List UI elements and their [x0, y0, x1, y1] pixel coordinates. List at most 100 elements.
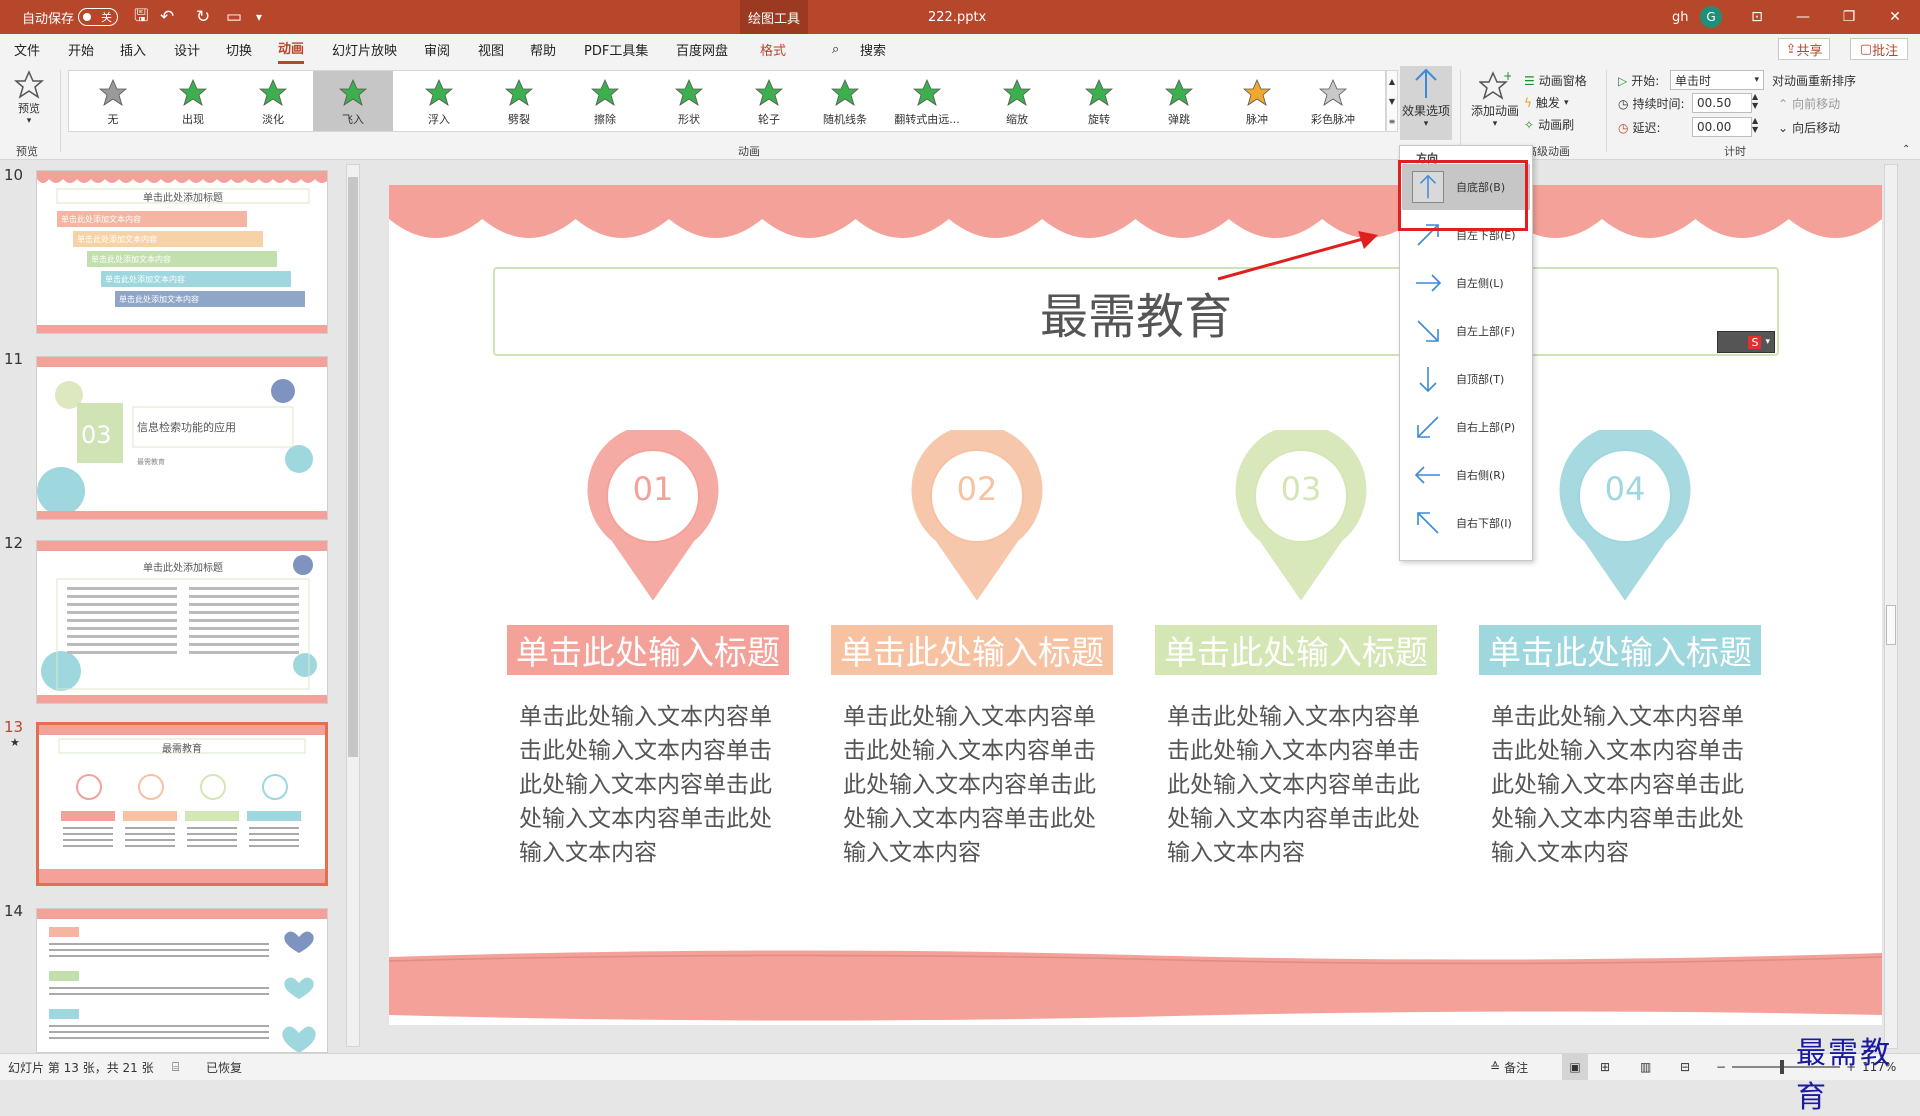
delay-stepper[interactable]: ▲ ▼ [1752, 116, 1758, 134]
restore-icon[interactable]: ❐ [1826, 0, 1872, 34]
trigger-button[interactable]: ϟ 触发 ▾ [1524, 94, 1568, 111]
delay-input[interactable]: 00.00 [1692, 117, 1752, 137]
scrollbar-thumb[interactable] [348, 177, 358, 757]
animation-pane-button[interactable]: ☰ 动画窗格 [1524, 72, 1587, 89]
gallery-scroll[interactable]: ▲ ▼ ≡ [1386, 70, 1398, 132]
scrollbar-thumb[interactable] [1886, 605, 1896, 645]
duration-stepper[interactable]: ▲ ▼ [1752, 92, 1758, 110]
animation-option[interactable]: 飞入 [313, 71, 393, 131]
direction-option[interactable]: 自左侧(L) [1402, 260, 1530, 306]
search-label[interactable]: 搜索 [860, 34, 886, 64]
preview-button[interactable]: 预览 ▾ [8, 70, 50, 138]
accessibility-icon[interactable]: ⌸ [172, 1054, 179, 1080]
tab-baidu-netdisk[interactable]: 百度网盘 [676, 34, 728, 64]
slide-thumbnail-11[interactable]: 03 信息检索功能的应用 最需教育 [36, 356, 328, 520]
autosave-toggle[interactable]: 关 [78, 8, 118, 26]
animation-option[interactable]: 缩放 [977, 71, 1057, 131]
effect-options-button[interactable]: 效果选项 ▾ [1400, 66, 1452, 140]
notes-button[interactable]: ≙ 备注 [1490, 1054, 1528, 1080]
location-pin-icon[interactable]: 01 [583, 424, 723, 601]
slideshow-icon[interactable]: ⊟ [1680, 1054, 1690, 1080]
animation-option[interactable]: 无 [73, 71, 153, 131]
zoom-out-icon[interactable]: − [1716, 1054, 1726, 1080]
share-button[interactable]: ⇪ 共享 [1778, 38, 1830, 60]
slide-scrollbar[interactable] [1884, 164, 1898, 1049]
add-animation-button[interactable]: + 添加动画 ▾ [1466, 70, 1524, 129]
animation-option[interactable]: 旋转 [1059, 71, 1139, 131]
chevron-down-icon[interactable]: ▾ [1765, 337, 1770, 347]
zoom-slider-thumb[interactable] [1780, 1060, 1784, 1074]
tab-slideshow[interactable]: 幻灯片放映 [332, 34, 397, 64]
comments-button[interactable]: ▢ 批注 [1850, 38, 1908, 60]
reading-view-icon[interactable]: ▥ [1640, 1054, 1651, 1080]
slide-title[interactable]: 最需教育 [495, 269, 1777, 354]
tab-review[interactable]: 审阅 [424, 34, 450, 64]
category-title[interactable]: 单击此处输入标题 [831, 625, 1113, 675]
animation-option[interactable]: 出现 [153, 71, 233, 131]
more-icon[interactable]: ≡ [1389, 117, 1396, 126]
ime-toolbar[interactable]: S ▾ [1717, 331, 1775, 353]
animation-option[interactable]: 形状 [649, 71, 729, 131]
body-text[interactable]: 单击此处输入文本内容单击此处输入文本内容单击此处输入文本内容单击此处输入文本内容… [843, 700, 1113, 870]
chevron-down-icon[interactable]: ▼ [1389, 97, 1395, 106]
tab-pdf-tools[interactable]: PDF工具集 [584, 34, 648, 64]
direction-option[interactable]: 自顶部(T) [1402, 356, 1530, 402]
animation-option[interactable]: 随机线条 [805, 71, 885, 131]
tab-transitions[interactable]: 切换 [226, 34, 252, 64]
direction-option[interactable]: 自右上部(P) [1402, 404, 1530, 450]
slide[interactable]: 最需教育 S ▾ 01 单击此处输入标题 单击此处输入文本内容单击此处输入文本内容单… [389, 185, 1882, 1025]
tab-view[interactable]: 视图 [478, 34, 504, 64]
tab-format[interactable]: 格式 [760, 34, 786, 64]
location-pin-icon[interactable]: 04 [1555, 424, 1695, 601]
animation-option[interactable]: 淡化 [233, 71, 313, 131]
user-name[interactable]: gh [1672, 0, 1689, 34]
sogou-icon[interactable]: S [1748, 335, 1762, 349]
start-select[interactable]: 单击时 ▾ [1670, 70, 1764, 90]
direction-option[interactable]: 自左上部(F) [1402, 308, 1530, 354]
animation-painter-button[interactable]: ✧ 动画刷 [1524, 116, 1574, 133]
direction-option[interactable]: 自右下部(I) [1402, 500, 1530, 546]
redo-icon[interactable]: ↻ [196, 0, 210, 34]
slide-sorter-icon[interactable]: ⊞ [1600, 1054, 1610, 1080]
normal-view-icon[interactable]: ▣ [1562, 1054, 1588, 1080]
direction-option[interactable]: 自右侧(R) [1402, 452, 1530, 498]
thumbnail-scrollbar[interactable] [346, 164, 360, 1047]
location-pin-icon[interactable]: 03 [1231, 424, 1371, 601]
present-icon[interactable]: ▭ [226, 0, 242, 34]
body-text[interactable]: 单击此处输入文本内容单击此处输入文本内容单击此处输入文本内容单击此处输入文本内容… [519, 700, 789, 870]
location-pin-icon[interactable]: 02 [907, 424, 1047, 601]
duration-input[interactable]: 00.50 [1692, 93, 1752, 113]
slide-thumbnail-14[interactable] [36, 908, 328, 1053]
move-later-button[interactable]: ⌄ 向后移动 [1778, 119, 1840, 136]
avatar[interactable]: G [1700, 6, 1722, 28]
animation-option[interactable]: 弹跳 [1139, 71, 1219, 131]
tab-help[interactable]: 帮助 [530, 34, 556, 64]
chevron-up-icon[interactable]: ▲ [1389, 77, 1395, 86]
tab-design[interactable]: 设计 [174, 34, 200, 64]
animation-option[interactable]: 擦除 [565, 71, 645, 131]
animation-option[interactable]: 劈裂 [479, 71, 559, 131]
slide-thumbnail-10[interactable]: 单击此处添加标题 单击此处添加文本内容 单击此处添加文本内容 单击此处添加文本内… [36, 170, 328, 334]
category-title[interactable]: 单击此处输入标题 [1155, 625, 1437, 675]
animation-option[interactable]: 彩色脉冲 [1293, 71, 1373, 131]
save-icon[interactable]: 🖫 [134, 0, 148, 34]
animation-option[interactable]: 翻转式由远... [887, 71, 967, 131]
customize-qat-icon[interactable]: ▾ [256, 0, 262, 34]
move-earlier-button[interactable]: ⌃ 向前移动 [1778, 95, 1840, 112]
category-title[interactable]: 单击此处输入标题 [1479, 625, 1761, 675]
tab-home[interactable]: 开始 [68, 34, 94, 64]
slide-thumbnail-13[interactable]: 最需教育 [36, 722, 328, 886]
slide-thumbnail-12[interactable]: 单击此处添加标题 [36, 540, 328, 704]
animation-option[interactable]: 脉冲 [1217, 71, 1297, 131]
undo-icon[interactable]: ↶ [160, 0, 174, 34]
collapse-ribbon-icon[interactable]: ⌃ [1902, 144, 1910, 155]
close-icon[interactable]: ✕ [1872, 0, 1918, 34]
body-text[interactable]: 单击此处输入文本内容单击此处输入文本内容单击此处输入文本内容单击此处输入文本内容… [1491, 700, 1761, 870]
title-placeholder[interactable]: 最需教育 [493, 267, 1779, 356]
body-text[interactable]: 单击此处输入文本内容单击此处输入文本内容单击此处输入文本内容单击此处输入文本内容… [1167, 700, 1437, 870]
animation-option[interactable]: 浮入 [399, 71, 479, 131]
tab-file[interactable]: 文件 [14, 34, 40, 64]
ribbon-display-icon[interactable]: ⊡ [1734, 0, 1780, 34]
category-title[interactable]: 单击此处输入标题 [507, 625, 789, 675]
animation-option[interactable]: 轮子 [729, 71, 809, 131]
